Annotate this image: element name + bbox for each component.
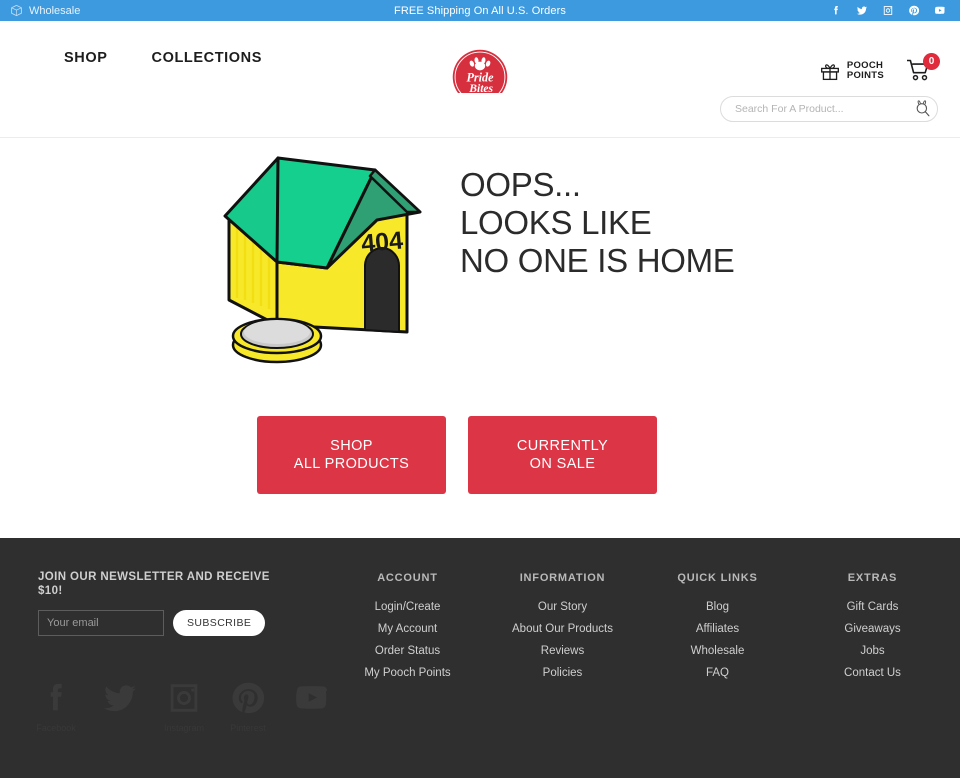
newsletter-email-input[interactable] [38, 610, 164, 636]
shipping-message: FREE Shipping On All U.S. Orders [394, 4, 566, 17]
topbar-social-list [830, 4, 960, 17]
footer-column-title: INFORMATION [519, 572, 606, 584]
youtube-icon[interactable] [934, 4, 946, 17]
subscribe-button[interactable]: SUBSCRIBE [173, 610, 266, 636]
footer-link-jobs[interactable]: Jobs [795, 645, 950, 657]
nav-item-shop[interactable]: SHOP [64, 50, 108, 66]
top-announcement-bar: Wholesale FREE Shipping On All U.S. Orde… [0, 0, 960, 22]
footer-social-instagram[interactable]: Instagram [162, 678, 206, 733]
box-icon [11, 4, 22, 17]
twitter-icon[interactable] [856, 4, 868, 17]
search-icon [916, 99, 930, 116]
footer-link-policies[interactable]: Policies [485, 667, 640, 679]
footer-link-my-pooch-points[interactable]: My Pooch Points [330, 667, 485, 679]
footer-social-pinterest[interactable]: Pinterest [226, 678, 270, 733]
facebook-icon[interactable] [830, 4, 842, 17]
pooch-points-label: POOCH POINTS [846, 60, 884, 82]
footer-social-label: Pinterest [230, 723, 266, 733]
instagram-icon [170, 684, 198, 712]
footer-social-label: Facebook [36, 723, 76, 733]
footer-link-login-create[interactable]: Login/Create [330, 601, 485, 613]
newsletter-signup: JOIN OUR NEWSLETTER AND RECEIVE $10! SUB… [38, 570, 288, 636]
youtube-icon [296, 686, 328, 709]
footer-social-list: Facebook Instagram Pinterest [34, 678, 334, 733]
newsletter-title: JOIN OUR NEWSLETTER AND RECEIVE $10! [38, 571, 270, 597]
footer-column-title: ACCOUNT [377, 572, 438, 584]
footer-link-giveaways[interactable]: Giveaways [795, 623, 950, 635]
footer-social-label: Instagram [163, 723, 205, 733]
instagram-icon[interactable] [882, 4, 894, 17]
footer-link-our-story[interactable]: Our Story [485, 601, 640, 613]
footer-column-title: QUICK LINKS [677, 572, 758, 584]
footer-link-blog[interactable]: Blog [640, 601, 795, 613]
footer-social-twitter[interactable] [98, 678, 142, 723]
cart-button[interactable]: 0 [906, 53, 940, 84]
footer-link-my-account[interactable]: My Account [330, 623, 485, 635]
search-submit-button[interactable] [907, 97, 937, 121]
footer-link-columns: ACCOUNT Login/Create My Account Order St… [330, 572, 950, 689]
cart-count-badge: 0 [923, 53, 940, 70]
footer-column-title: EXTRAS [847, 572, 898, 584]
footer-social-youtube[interactable] [290, 678, 334, 723]
main-navigation: SHOP COLLECTIONS [0, 50, 262, 66]
error-hero-section: 404 OOPS... LOOKS LIKE NO ONE IS HOME SH… [0, 138, 960, 538]
doghouse-404-label: 404 [360, 226, 404, 258]
currently-on-sale-button[interactable]: CURRENTLY ON SALE [468, 416, 657, 494]
nav-item-collections[interactable]: COLLECTIONS [152, 50, 263, 66]
search-row [0, 93, 960, 138]
gift-icon [820, 63, 839, 80]
pooch-points-button[interactable]: POOCH POINTS [819, 60, 884, 82]
pinterest-icon [232, 682, 265, 714]
search-box [720, 96, 938, 122]
footer-column-account: ACCOUNT Login/Create My Account Order St… [330, 572, 485, 689]
footer-column-extras: EXTRAS Gift Cards Giveaways Jobs Contact… [795, 572, 950, 689]
twitter-icon [103, 685, 136, 712]
search-input[interactable] [721, 103, 907, 115]
footer-link-reviews[interactable]: Reviews [485, 645, 640, 657]
newsletter-form: SUBSCRIBE [38, 610, 288, 636]
footer-link-order-status[interactable]: Order Status [330, 645, 485, 657]
footer-link-faq[interactable]: FAQ [640, 667, 795, 679]
pinterest-icon[interactable] [908, 4, 920, 17]
pooch-points-line2: POINTS [846, 70, 884, 81]
wholesale-label: Wholesale [29, 4, 81, 17]
site-footer: JOIN OUR NEWSLETTER AND RECEIVE $10! SUB… [0, 538, 960, 778]
footer-column-information: INFORMATION Our Story About Our Products… [485, 572, 640, 689]
footer-link-about-our-products[interactable]: About Our Products [485, 623, 640, 635]
footer-link-affiliates[interactable]: Affiliates [640, 623, 795, 635]
site-header: SHOP COLLECTIONS Pride Bites POOCH POINT… [0, 22, 960, 105]
shop-all-products-button[interactable]: SHOP ALL PRODUCTS [257, 416, 446, 494]
footer-column-quick-links: QUICK LINKS Blog Affiliates Wholesale FA… [640, 572, 795, 689]
footer-link-wholesale[interactable]: Wholesale [640, 645, 795, 657]
footer-link-contact-us[interactable]: Contact Us [795, 667, 950, 679]
wholesale-link[interactable]: Wholesale [0, 4, 80, 17]
facebook-icon [50, 683, 62, 711]
doghouse-404-illustration: 404 [223, 156, 422, 364]
footer-link-gift-cards[interactable]: Gift Cards [795, 601, 950, 613]
page-title: OOPS... LOOKS LIKE NO ONE IS HOME [460, 166, 735, 279]
hero-button-row: SHOP ALL PRODUCTS CURRENTLY ON SALE [257, 416, 657, 494]
footer-social-facebook[interactable]: Facebook [34, 678, 78, 733]
header-utilities: POOCH POINTS 0 [819, 53, 940, 84]
